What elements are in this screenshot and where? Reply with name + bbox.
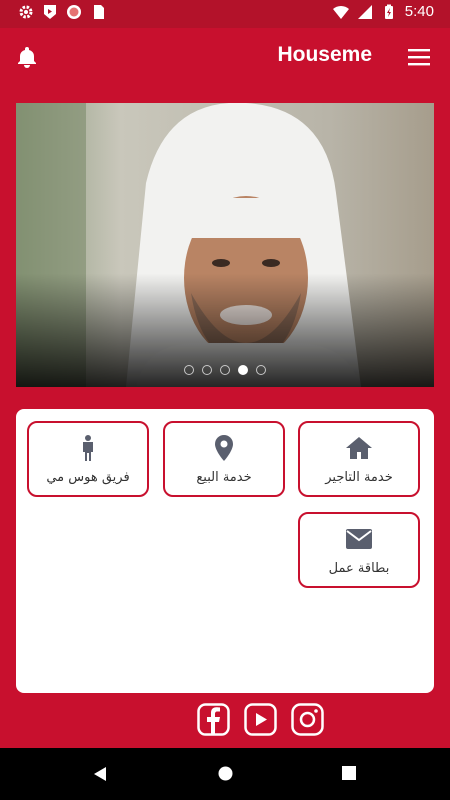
battery-charging-icon [384,4,393,19]
home-icon [346,436,372,459]
back-icon[interactable] [93,766,107,782]
carousel-indicators [16,365,434,375]
carousel-dot[interactable] [202,365,212,375]
tile-label: خدمة البيع [196,469,252,485]
banner-carousel[interactable] [16,103,434,387]
team-button[interactable]: فريق هوس مي [27,421,149,497]
tile-label: بطاقة عمل [328,560,390,576]
system-nav-bar [0,748,450,800]
tile-label: فريق هوس مي [46,469,130,485]
hamburger-menu-icon[interactable] [408,48,430,66]
status-time: 5:40 [404,3,434,20]
rental-service-button[interactable]: خدمة التاجير [298,421,420,497]
envelope-icon [346,528,372,549]
social-links [197,703,324,736]
location-pin-icon [215,434,233,461]
banner-image [16,103,434,387]
person-icon [83,434,93,461]
app-title: Houseme [277,43,372,66]
carousel-dot[interactable] [184,365,194,375]
recents-icon[interactable] [342,766,356,780]
carousel-dot-active[interactable] [238,365,248,375]
business-card-button[interactable]: بطاقة عمل [298,512,420,588]
sd-card-icon [94,5,104,19]
sales-service-button[interactable]: خدمة البيع [163,421,285,497]
settings-icon [19,5,33,19]
tile-label: خدمة التاجير [325,469,393,485]
carousel-dot[interactable] [256,365,266,375]
youtube-icon[interactable] [244,703,277,736]
wifi-icon [332,5,349,19]
signal-icon [357,4,372,19]
services-panel: خدمة التاجير خدمة البيع فريق هوس مي بطاق… [16,409,434,693]
facebook-icon[interactable] [197,703,230,736]
carousel-dot[interactable] [220,365,230,375]
app-bar: Houseme [0,28,450,88]
status-bar: 5:40 [0,0,450,28]
home-nav-icon[interactable] [218,766,233,781]
play-protect-icon [44,5,56,19]
bell-icon[interactable] [16,45,38,69]
instagram-icon[interactable] [291,703,324,736]
record-icon [67,5,81,19]
